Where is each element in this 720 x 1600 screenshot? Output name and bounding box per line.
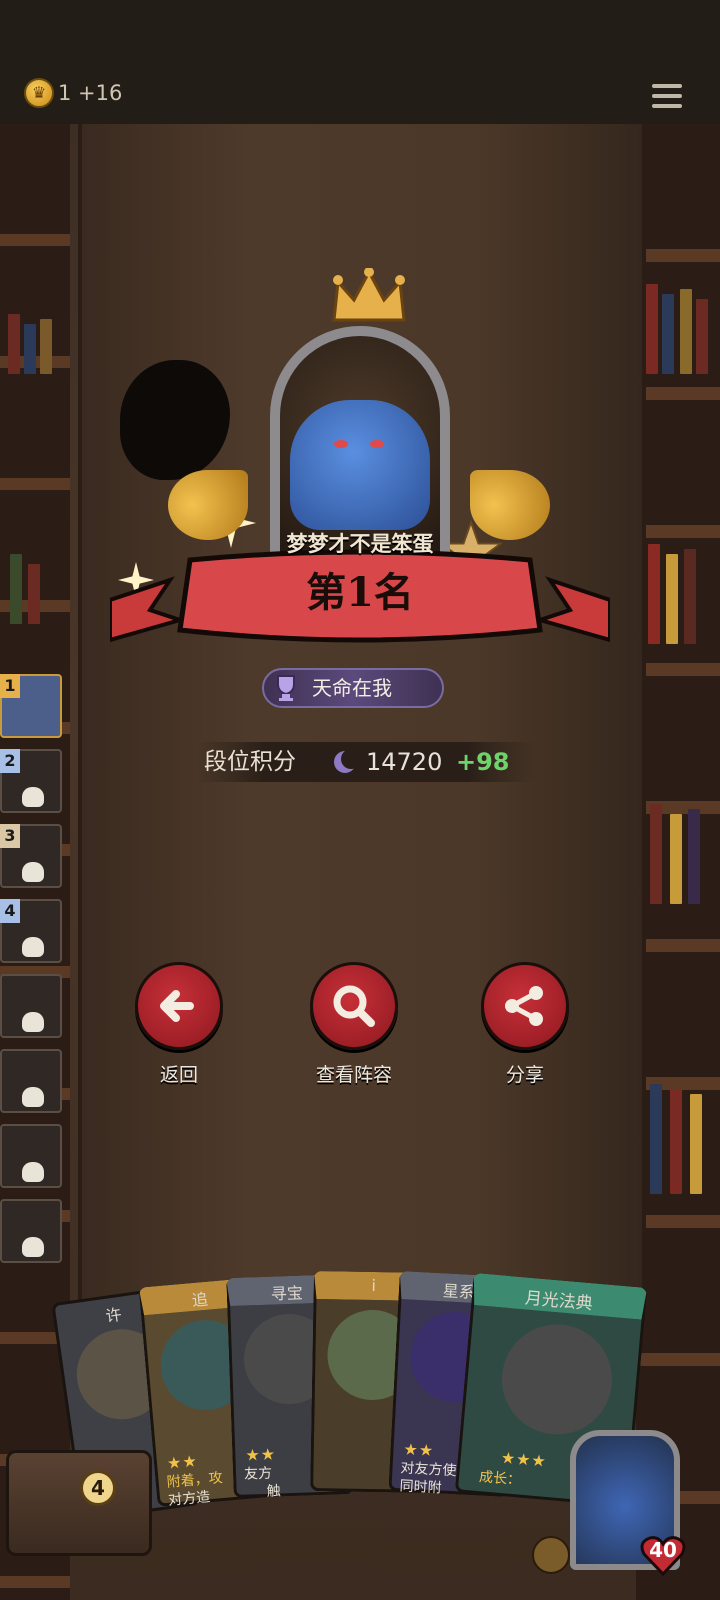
hamburger-menu-icon[interactable] <box>652 84 682 114</box>
rank-slot[interactable] <box>0 974 62 1038</box>
skull-icon <box>22 862 44 882</box>
score-value: 14720 <box>366 748 443 776</box>
crown-icon <box>332 268 406 322</box>
rank-slot[interactable]: 4 <box>0 899 62 963</box>
achievement-badge: 天命在我 <box>262 668 444 708</box>
back-action: 返回 <box>134 962 224 1087</box>
skull-icon <box>22 1087 44 1107</box>
card-art <box>497 1319 617 1440</box>
card-deck-chest[interactable] <box>6 1450 152 1556</box>
share-icon <box>505 986 543 1026</box>
rank-slot[interactable] <box>0 1049 62 1113</box>
rank-slot[interactable]: 1 <box>0 674 62 738</box>
bell-icon[interactable] <box>532 1536 570 1574</box>
share-button[interactable] <box>481 962 569 1050</box>
score-label: 段位积分 <box>204 749 296 775</box>
rank-slot[interactable] <box>0 1199 62 1263</box>
skull-icon <box>22 1012 44 1032</box>
winner-avatar <box>290 400 430 530</box>
rank-slot[interactable] <box>0 1124 62 1188</box>
arrow-left-icon <box>160 990 194 1022</box>
skull-icon <box>22 1162 44 1182</box>
trophy-icon <box>277 675 295 701</box>
view-lineup-label: 查看阵容 <box>315 1064 392 1086</box>
achievement-label: 天命在我 <box>312 676 392 700</box>
coin-count: 1 +16 <box>58 81 123 105</box>
score-delta: +98 <box>456 748 510 776</box>
rank-slot[interactable]: 2 <box>0 749 62 813</box>
back-button[interactable] <box>135 962 223 1050</box>
skull-icon <box>22 1237 44 1257</box>
rank-score-row: 段位积分 14720 +98 <box>196 742 536 782</box>
share-label: 分享 <box>505 1064 544 1086</box>
view-lineup-action: 查看阵容 <box>304 962 404 1087</box>
view-lineup-button[interactable] <box>310 962 398 1050</box>
skull-icon <box>22 787 44 807</box>
skull-icon <box>22 937 44 957</box>
ranking-sidebar: 1 2 3 4 <box>0 674 66 1274</box>
hero-hp: 40 <box>649 1538 677 1562</box>
crown-coin-icon: ♛ <box>24 78 54 108</box>
share-action: 分享 <box>480 962 570 1087</box>
rank-slot[interactable]: 3 <box>0 824 62 888</box>
moon-icon <box>334 749 361 773</box>
rank-title: 第1名 <box>306 569 414 616</box>
deck-count-badge: 4 <box>80 1470 116 1506</box>
back-label: 返回 <box>159 1064 198 1086</box>
player-name: 梦梦才不是笨蛋 <box>286 532 434 556</box>
magnifier-icon <box>333 985 375 1027</box>
top-bar: ♛ 1 +16 <box>0 0 720 127</box>
